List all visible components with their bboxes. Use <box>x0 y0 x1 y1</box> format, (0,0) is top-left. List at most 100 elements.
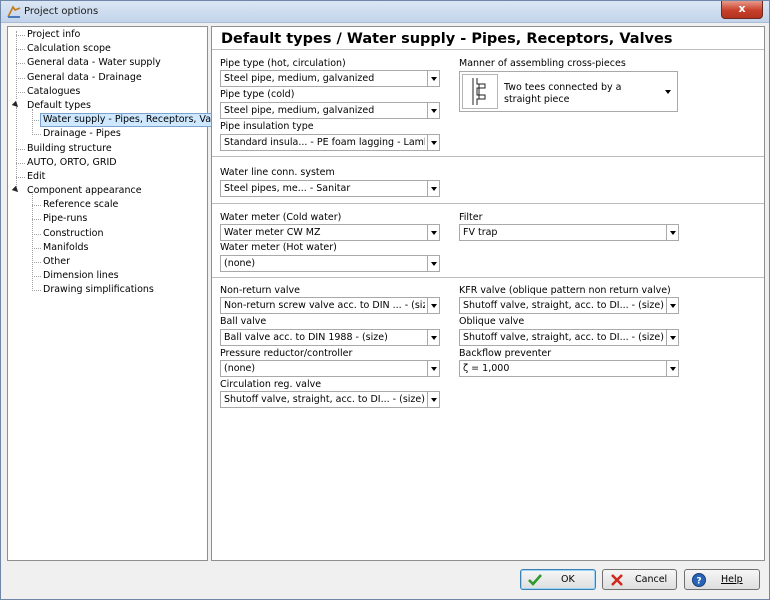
collapse-arrow-icon[interactable] <box>11 185 21 195</box>
page-title: Default types / Water supply - Pipes, Re… <box>221 31 673 47</box>
combo-value: Ball valve acc. to DIN 1988 - (size) <box>224 332 388 343</box>
insulation-combo[interactable]: Standard insula... - PE foam lagging - L… <box>220 134 440 151</box>
window-title: Project options <box>24 6 99 17</box>
tree-item-label: Edit <box>27 170 46 182</box>
meter-cold-combo[interactable]: Water meter CW MZ <box>220 224 440 241</box>
tree-item-drainage-pipes[interactable]: Drainage - Pipes <box>8 127 207 141</box>
tree-item-component-appearance[interactable]: Component appearance <box>8 184 207 198</box>
dropdown-arrow-icon[interactable] <box>427 224 440 241</box>
tree-item-building-structure[interactable]: Building structure <box>8 142 207 156</box>
tree-item-calculation-scope[interactable]: Calculation scope <box>8 42 207 56</box>
pipe-cold-combo[interactable]: Steel pipe, medium, galvanized <box>220 102 440 119</box>
options-tree[interactable]: Project info Calculation scope General d… <box>7 26 234 561</box>
tree-item-label: Manifolds <box>43 241 89 253</box>
oblique-combo[interactable]: Shutoff valve, straight, acc. to DI... -… <box>459 329 679 346</box>
cross-pieces-label: Manner of assembling cross-pieces <box>459 58 626 69</box>
title-bar: Project options x <box>1 1 769 23</box>
dropdown-arrow-icon[interactable] <box>427 391 440 408</box>
meter-hot-combo[interactable]: (none) <box>220 255 440 272</box>
tree-item-dimension-lines[interactable]: Dimension lines <box>8 269 207 283</box>
combo-value: Standard insula... - PE foam lagging - L… <box>224 137 425 148</box>
backflow-combo[interactable]: ζ = 1,000 <box>459 360 679 377</box>
dropdown-arrow-icon[interactable] <box>427 70 440 87</box>
title-divider <box>212 49 764 50</box>
combo-value: Shutoff valve, straight, acc. to DI... -… <box>463 332 664 343</box>
tree-item-label: Water supply - Pipes, Receptors, Valves <box>40 113 234 128</box>
pressure-label: Pressure reductor/controller <box>220 348 353 359</box>
combo-value: Non-return screw valve acc. to DIN ... -… <box>224 300 425 311</box>
ball-valve-combo[interactable]: Ball valve acc. to DIN 1988 - (size) <box>220 329 440 346</box>
section-divider <box>212 203 764 204</box>
dropdown-arrow-icon[interactable] <box>666 329 679 346</box>
tree-item-label: Drawing simplifications <box>43 284 154 296</box>
oblique-label: Oblique valve <box>459 316 525 327</box>
dropdown-arrow-icon[interactable] <box>427 255 440 272</box>
tree-item-catalogues[interactable]: Catalogues <box>8 85 207 99</box>
tree-item-label: General data - Water supply <box>27 57 161 69</box>
tree-item-edit[interactable]: Edit <box>8 170 207 184</box>
dropdown-arrow-icon[interactable] <box>666 224 679 241</box>
filter-label: Filter <box>459 212 483 223</box>
cross-pieces-combo[interactable]: Two tees connected by a straight piece <box>459 71 678 112</box>
tree-item-reference-scale[interactable]: Reference scale <box>8 198 207 212</box>
non-return-combo[interactable]: Non-return screw valve acc. to DIN ... -… <box>220 297 440 314</box>
tree-item-label: Calculation scope <box>27 43 111 55</box>
combo-value: Steel pipe, medium, galvanized <box>224 105 375 116</box>
tree-item-general-drainage[interactable]: General data - Drainage <box>8 71 207 85</box>
pressure-combo[interactable]: (none) <box>220 360 440 377</box>
tree-item-project-info[interactable]: Project info <box>8 28 207 42</box>
combo-value: Water meter CW MZ <box>224 227 321 238</box>
settings-panel: Default types / Water supply - Pipes, Re… <box>211 26 765 561</box>
dropdown-arrow-icon[interactable] <box>427 134 440 151</box>
dropdown-arrow-icon[interactable] <box>427 102 440 119</box>
checkmark-icon <box>528 574 542 586</box>
insulation-label: Pipe insulation type <box>220 121 314 132</box>
help-icon: ? <box>692 573 706 587</box>
combo-value: (none) <box>224 363 256 374</box>
line-conn-combo[interactable]: Steel pipes, me... - Sanitar <box>220 180 440 197</box>
tree-item-label: Project info <box>27 29 81 40</box>
ok-label: OK <box>561 574 575 585</box>
app-icon <box>7 5 21 18</box>
pipe-hot-combo[interactable]: Steel pipe, medium, galvanized <box>220 70 440 87</box>
tree-item-label: Building structure <box>27 142 112 154</box>
tree-item-label: Component appearance <box>27 185 142 197</box>
cancel-x-icon <box>611 574 623 586</box>
combo-value: ζ = 1,000 <box>463 363 510 374</box>
tree-item-general-water[interactable]: General data - Water supply <box>8 56 207 70</box>
tree-item-auto-orto-grid[interactable]: AUTO, ORTO, GRID <box>8 156 207 170</box>
filter-combo[interactable]: FV trap <box>459 224 679 241</box>
tree-item-construction[interactable]: Construction <box>8 227 207 241</box>
combo-value: (none) <box>224 258 256 269</box>
tree-item-label: Reference scale <box>43 199 119 211</box>
meter-hot-label: Water meter (Hot water) <box>220 242 337 253</box>
circulation-combo[interactable]: Shutoff valve, straight, acc. to DI... -… <box>220 391 440 408</box>
combo-value: Two tees connected by a straight piece <box>504 82 622 105</box>
tree-item-manifolds[interactable]: Manifolds <box>8 241 207 255</box>
tree-item-label: Catalogues <box>27 85 81 97</box>
tree-item-drawing-simplifications[interactable]: Drawing simplifications <box>8 283 207 297</box>
combo-value: Shutoff valve, straight, acc. to DI... -… <box>463 300 664 311</box>
dropdown-arrow-icon[interactable] <box>427 329 440 346</box>
dropdown-arrow-icon[interactable] <box>427 180 440 197</box>
ok-button[interactable]: OK <box>520 569 596 590</box>
non-return-label: Non-return valve <box>220 285 300 296</box>
tree-item-label: Other <box>43 256 70 267</box>
dropdown-arrow-icon[interactable] <box>427 297 440 314</box>
combo-value: Steel pipe, medium, galvanized <box>224 73 375 84</box>
help-button[interactable]: ? Help <box>684 569 760 590</box>
tree-item-other[interactable]: Other <box>8 255 207 269</box>
dropdown-arrow-icon[interactable] <box>666 360 679 377</box>
cancel-button[interactable]: Cancel <box>602 569 677 590</box>
close-button[interactable]: x <box>721 1 763 19</box>
tree-item-label: Construction <box>43 227 104 239</box>
collapse-arrow-icon[interactable] <box>11 100 21 110</box>
tree-item-default-types[interactable]: Default types <box>8 99 207 113</box>
tree-item-pipe-runs[interactable]: Pipe-runs <box>8 212 207 226</box>
dropdown-arrow-icon[interactable] <box>665 90 671 94</box>
project-options-window: Project options x Project info Calculati… <box>0 0 770 600</box>
dropdown-arrow-icon[interactable] <box>666 297 679 314</box>
dropdown-arrow-icon[interactable] <box>427 360 440 377</box>
tree-item-water-supply-pipes[interactable]: Water supply - Pipes, Receptors, Valves <box>8 113 234 128</box>
kfr-combo[interactable]: Shutoff valve, straight, acc. to DI... -… <box>459 297 679 314</box>
